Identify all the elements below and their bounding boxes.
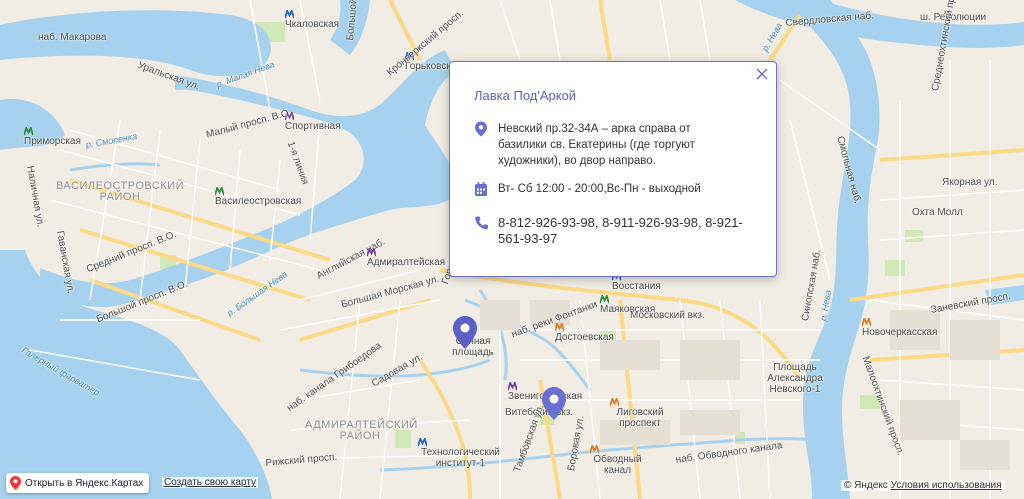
metro-icon xyxy=(418,438,427,447)
info-balloon: Лавка Под'Аркой Невский пр.32-34А – арка… xyxy=(449,61,777,277)
label-okhta-moll: Охта Молл xyxy=(912,207,963,218)
address-text: Невский пр.32-34А – арка справа от базил… xyxy=(498,123,695,167)
terms-link[interactable]: Условия использования xyxy=(891,480,1002,491)
metro-icon xyxy=(862,318,871,327)
district-vasileostrovsky: ВАСИЛЕОСТРОВСКИЙ РАЙОН xyxy=(55,180,185,203)
map-marker-pin[interactable] xyxy=(453,316,477,349)
metro-icon xyxy=(24,127,33,136)
yandex-maps-pin-icon xyxy=(10,476,21,490)
phone-text: 8-812-926-93-98, 8-911-926-93-98, 8-921-… xyxy=(498,215,743,246)
label-makarova: наб. Макарова xyxy=(38,32,107,43)
hours-row: Вт- Сб 12:00 - 20:00,Вс-Пн - выходной xyxy=(474,181,701,197)
metro-icon xyxy=(600,295,609,304)
calendar-icon xyxy=(475,182,487,196)
metro-icon xyxy=(610,398,619,407)
metro-primorskaya: Приморская xyxy=(24,127,81,147)
label-moskovsky-vkz: Московский вкз. xyxy=(630,310,705,321)
metro-novocherkasskaya: Новочеркасская xyxy=(862,318,937,338)
metro-icon xyxy=(590,445,599,454)
label-yakornaya: Якорная ул. xyxy=(942,177,998,188)
create-map-link[interactable]: Создать свою карту xyxy=(162,477,259,488)
metro-icon xyxy=(215,187,224,196)
metro-vasileostrovskaya: Василеостровская xyxy=(215,187,301,207)
metro-icon xyxy=(285,10,294,19)
location-pin-icon xyxy=(475,121,487,137)
open-in-yandex-maps-button[interactable]: Открыть в Яндекс.Картах xyxy=(6,473,150,493)
phone-row: 8-812-926-93-98, 8-911-926-93-98, 8-921-… xyxy=(474,215,758,247)
balloon-title: Лавка Под'Аркой xyxy=(474,88,577,103)
metro-ligovsky: Лиговский проспект xyxy=(610,398,670,429)
copyright-text: © Яндекс xyxy=(844,480,888,491)
metro-obvodny: Обводный канал xyxy=(590,445,645,476)
metro-tekhnologichesky: Технологический институт-1 xyxy=(418,438,503,469)
map-marker-pin[interactable] xyxy=(542,387,566,420)
hours-text: Вт- Сб 12:00 - 20:00,Вс-Пн - выходной xyxy=(498,183,701,195)
phone-icon xyxy=(475,216,488,230)
metro-ploshchad-nevskogo: Площадь Александра Невского-1 xyxy=(767,362,823,395)
metro-icon xyxy=(367,248,376,257)
metro-dostoevskaya: Достоевская xyxy=(555,323,614,343)
metro-icon xyxy=(555,323,564,332)
copyright: © Яндекс Условия использования xyxy=(841,480,1005,491)
address-row: Невский пр.32-34А – арка справа от базил… xyxy=(474,121,738,169)
metro-icon xyxy=(508,382,517,391)
open-in-yandex-label: Открыть в Яндекс.Картах xyxy=(25,477,144,489)
metro-chkalovskaya: Чкаловская xyxy=(285,10,339,30)
close-icon[interactable] xyxy=(756,68,768,80)
metro-admiralteyskaya: Адмиралтейская xyxy=(367,248,445,268)
metro-sportivnaya: Спортивная xyxy=(285,112,341,132)
district-admiralteysky: АДМИРАЛТЕЙСКИЙ РАЙОН xyxy=(305,419,418,442)
